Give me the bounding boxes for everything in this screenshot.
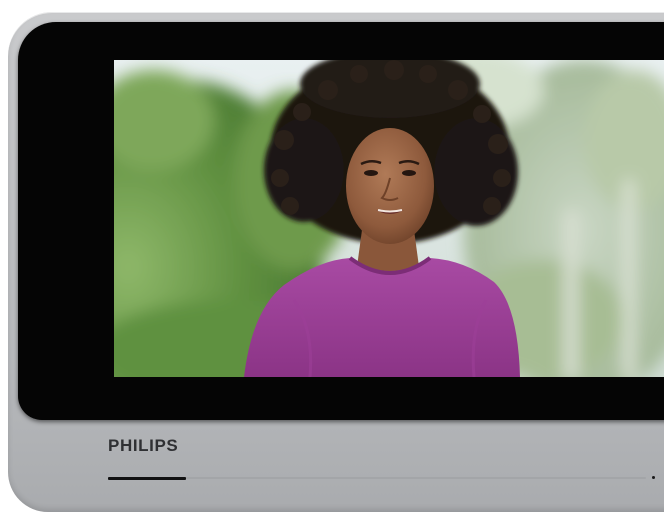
progress-track	[108, 476, 646, 480]
video-feed-image	[114, 60, 664, 377]
status-led-indicator	[652, 476, 655, 479]
brand-logo-label: PHILIPS	[108, 436, 179, 455]
video-screen	[114, 60, 664, 377]
progress-fill	[108, 476, 186, 480]
